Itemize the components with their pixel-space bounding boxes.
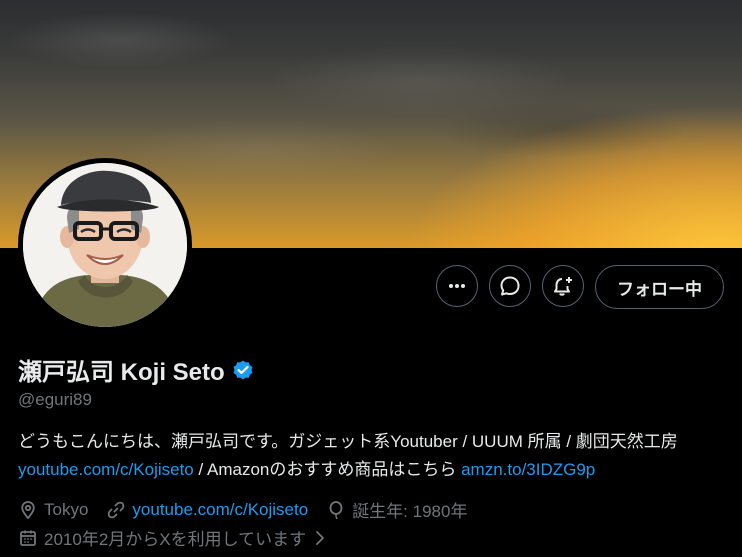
message-button[interactable] <box>489 265 531 307</box>
birthday: 誕生年: 1980年 <box>326 497 467 522</box>
profile-meta: Tokyo youtube.com/c/Kojiseto 誕生年: 1980年 <box>18 497 485 522</box>
website[interactable]: youtube.com/c/Kojiseto <box>106 500 308 520</box>
birthday-text: 誕生年: 1980年 <box>352 502 468 521</box>
verified-badge-icon[interactable] <box>231 358 255 382</box>
bio-youtube-link[interactable]: youtube.com/c/Kojiseto <box>18 460 194 479</box>
balloon-icon <box>326 500 346 520</box>
message-icon <box>499 275 521 297</box>
display-name-row: 瀬戸弘司 Koji Seto <box>18 352 255 387</box>
more-button[interactable] <box>436 265 478 307</box>
more-icon <box>447 276 467 296</box>
location-pin-icon <box>18 500 38 520</box>
following-button[interactable]: フォロー中 <box>595 265 724 309</box>
calendar-icon <box>18 528 38 548</box>
avatar-photo <box>23 163 187 327</box>
link-icon <box>106 500 126 520</box>
bio-text: どうもこんにちは、瀬戸弘司です。ガジェット系Youtuber / UUUM 所属… <box>18 432 678 451</box>
bio-text: / Amazonのおすすめ商品はこちら <box>193 460 462 479</box>
display-name: 瀬戸弘司 Koji Seto <box>18 359 225 386</box>
bell-plus-icon <box>552 275 574 297</box>
bio-amazon-link[interactable]: amzn.to/3IDZG9p <box>461 460 595 479</box>
website-link[interactable]: youtube.com/c/Kojiseto <box>132 500 308 520</box>
joined-text: 2010年2月からXを利用しています <box>44 530 307 549</box>
profile-avatar[interactable] <box>18 158 192 332</box>
user-handle: @eguri89 <box>18 390 92 409</box>
notify-button[interactable] <box>542 265 584 307</box>
joined-date[interactable]: 2010年2月からXを利用しています <box>18 525 328 550</box>
location: Tokyo <box>18 500 88 520</box>
chevron-right-icon <box>312 529 328 547</box>
profile-actions: フォロー中 <box>436 265 724 309</box>
profile-bio: どうもこんにちは、瀬戸弘司です。ガジェット系Youtuber / UUUM 所属… <box>18 428 730 484</box>
location-text: Tokyo <box>44 499 89 519</box>
